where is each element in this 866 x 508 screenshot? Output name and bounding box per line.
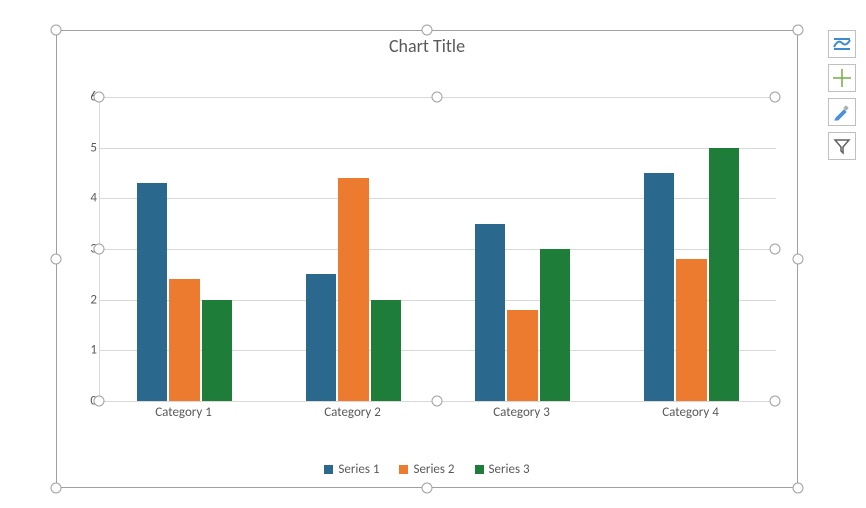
chart-styles-button[interactable] <box>828 64 856 92</box>
selection-handle[interactable] <box>793 254 804 265</box>
legend[interactable]: Series 1 Series 2 Series 3 <box>57 462 797 477</box>
bar-series-3[interactable] <box>709 148 739 401</box>
bar-series-2[interactable] <box>676 259 706 401</box>
y-tick-label: 1 <box>90 343 97 358</box>
bar-series-2[interactable] <box>507 310 537 401</box>
selection-handle[interactable] <box>770 92 781 103</box>
selection-handle[interactable] <box>422 483 433 494</box>
y-tick-label: 2 <box>90 292 97 307</box>
category-label: Category 4 <box>662 405 719 420</box>
legend-swatch <box>475 465 484 474</box>
y-tick-label: 4 <box>90 191 97 206</box>
gridline <box>100 249 776 250</box>
gridline <box>100 198 776 199</box>
chart-title[interactable]: Chart Title <box>57 35 797 57</box>
bar-series-2[interactable] <box>338 178 368 401</box>
legend-swatch <box>399 465 408 474</box>
selection-handle[interactable] <box>770 244 781 255</box>
selection-handle[interactable] <box>422 25 433 36</box>
bar-series-2[interactable] <box>169 279 199 401</box>
bar-series-1[interactable] <box>644 173 674 401</box>
selection-handle[interactable] <box>770 396 781 407</box>
selection-handle[interactable] <box>94 396 105 407</box>
y-tick-label: 5 <box>90 140 97 155</box>
bar-series-1[interactable] <box>306 274 336 401</box>
category-axis: Category 1 Category 2 Category 3 Category 4 <box>99 405 775 429</box>
legend-item[interactable]: Series 2 <box>399 462 454 477</box>
selection-handle[interactable] <box>793 25 804 36</box>
gridline <box>100 148 776 149</box>
plot-area[interactable] <box>99 97 776 402</box>
selection-handle[interactable] <box>793 483 804 494</box>
selection-handle[interactable] <box>432 396 443 407</box>
legend-item[interactable]: Series 1 <box>324 462 379 477</box>
category-label: Category 1 <box>155 405 212 420</box>
selection-handle[interactable] <box>94 92 105 103</box>
legend-item[interactable]: Series 3 <box>475 462 530 477</box>
legend-label: Series 1 <box>338 462 379 477</box>
selection-handle[interactable] <box>51 483 62 494</box>
chart-filter-button[interactable] <box>828 132 856 160</box>
bar-series-1[interactable] <box>475 224 505 401</box>
selection-handle[interactable] <box>94 244 105 255</box>
legend-swatch <box>324 465 333 474</box>
category-label: Category 3 <box>493 405 550 420</box>
category-label: Category 2 <box>324 405 381 420</box>
bar-series-3[interactable] <box>540 249 570 401</box>
chart-object[interactable]: Chart Title 0123456 Category 1Category 2… <box>56 30 798 488</box>
chart-elements-button[interactable] <box>828 30 856 58</box>
bar-series-3[interactable] <box>202 300 232 401</box>
selection-handle[interactable] <box>432 92 443 103</box>
bar-series-3[interactable] <box>371 300 401 401</box>
legend-label: Series 2 <box>413 462 454 477</box>
selection-handle[interactable] <box>51 254 62 265</box>
chart-format-button[interactable] <box>828 98 856 126</box>
bar-series-1[interactable] <box>137 183 167 401</box>
legend-label: Series 3 <box>489 462 530 477</box>
selection-handle[interactable] <box>51 25 62 36</box>
